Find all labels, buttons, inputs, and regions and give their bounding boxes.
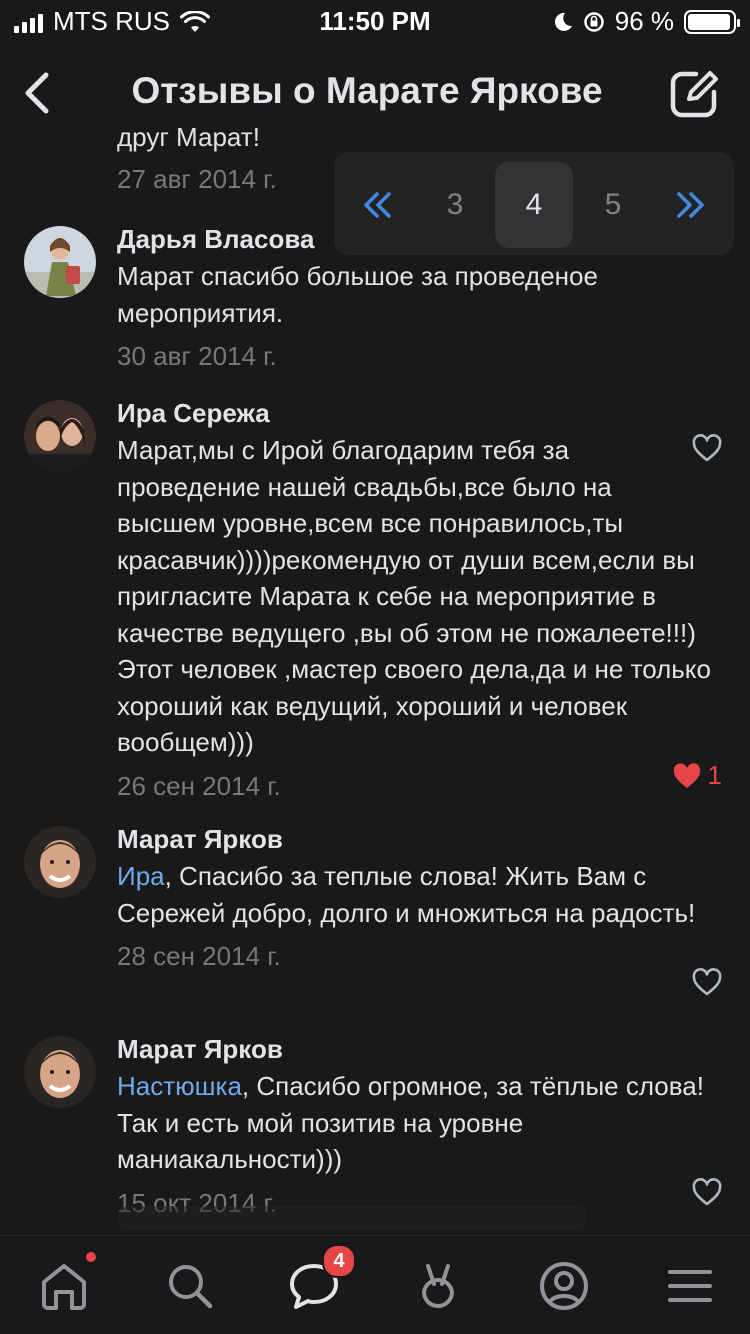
battery-percent: 96 % — [614, 6, 674, 36]
comment-date: 27 авг 2014 г. — [117, 164, 277, 194]
clips-icon — [421, 1264, 455, 1308]
home-icon — [42, 1264, 86, 1310]
comment-date: 26 сен 2014 г. — [117, 770, 281, 801]
comment-text: Марат,мы с Ирой благодарим тебя за прове… — [117, 435, 711, 757]
avatar[interactable] — [24, 1036, 96, 1108]
moon-icon — [554, 12, 572, 31]
menu-icon — [668, 1270, 712, 1302]
tab-profile[interactable] — [536, 1258, 592, 1314]
write-review-button[interactable] — [668, 68, 720, 120]
like-button[interactable] — [692, 968, 722, 996]
avatar[interactable] — [24, 826, 96, 898]
pagination: 3 4 5 — [334, 152, 734, 255]
double-chevron-left-icon — [364, 192, 391, 218]
tab-menu[interactable] — [662, 1258, 718, 1314]
tab-bar: 4 — [0, 1206, 750, 1334]
mention-link[interactable]: Настюшка — [117, 1071, 242, 1101]
profile-icon — [540, 1262, 588, 1310]
comment-date: 30 авг 2014 г. — [117, 341, 277, 371]
comment-author[interactable]: Марат Ярков — [117, 824, 717, 854]
avatar[interactable] — [24, 226, 96, 298]
tab-clips[interactable] — [410, 1258, 466, 1314]
chevron-left-icon — [25, 72, 49, 114]
double-chevron-right-icon — [677, 192, 704, 218]
comment-text-body: , Спасибо за теплые слова! Жить Вам с Се… — [117, 861, 696, 928]
notification-dot — [86, 1252, 96, 1262]
comment-text: Настюшка, Спасибо огромное, за тёплые сл… — [117, 1068, 717, 1178]
back-button[interactable] — [18, 66, 58, 120]
like-button[interactable]: 1 — [672, 760, 722, 791]
comment-text-partial: друг Марат! — [117, 128, 260, 152]
avatar[interactable] — [24, 400, 96, 472]
scrolled-content-shadow — [117, 1206, 587, 1230]
like-count: 1 — [707, 760, 722, 790]
like-button[interactable] — [692, 1178, 722, 1206]
page-title: Отзывы о Марате Яркове — [131, 70, 603, 111]
comment-author[interactable]: Марат Ярков — [117, 1034, 717, 1064]
tab-home[interactable] — [36, 1252, 96, 1314]
comment-text: Ира, Спасибо за теплые слова! Жить Вам с… — [117, 858, 717, 931]
battery-icon — [684, 9, 740, 34]
heart-outline-icon — [692, 968, 722, 996]
tab-search[interactable] — [162, 1258, 218, 1314]
status-bar: MTS RUS 11:50 PM 96 % — [0, 0, 750, 40]
page-button[interactable]: 3 — [416, 162, 494, 248]
next-pages-button[interactable] — [652, 162, 730, 248]
search-icon — [169, 1265, 213, 1309]
comment-author[interactable]: Ира Сережа — [117, 398, 717, 428]
mention-link[interactable]: Ира — [117, 861, 165, 891]
orientation-lock-icon — [583, 11, 604, 32]
comment-date: 28 сен 2014 г. — [117, 941, 281, 971]
tab-messages[interactable]: 4 — [286, 1244, 356, 1314]
heart-filled-icon — [673, 762, 700, 788]
prev-pages-button[interactable] — [338, 162, 416, 248]
page-button[interactable]: 5 — [574, 162, 652, 248]
comments-feed[interactable]: друг Марат! 27 авг 2014 г. Дарья Власова… — [0, 128, 750, 1236]
comment-text: Марат спасибо большое за проведеное меро… — [117, 261, 598, 328]
messages-badge: 4 — [322, 1244, 356, 1278]
heart-outline-icon — [692, 1178, 722, 1206]
edit-icon — [670, 71, 718, 118]
page-button-current[interactable]: 4 — [495, 162, 573, 248]
